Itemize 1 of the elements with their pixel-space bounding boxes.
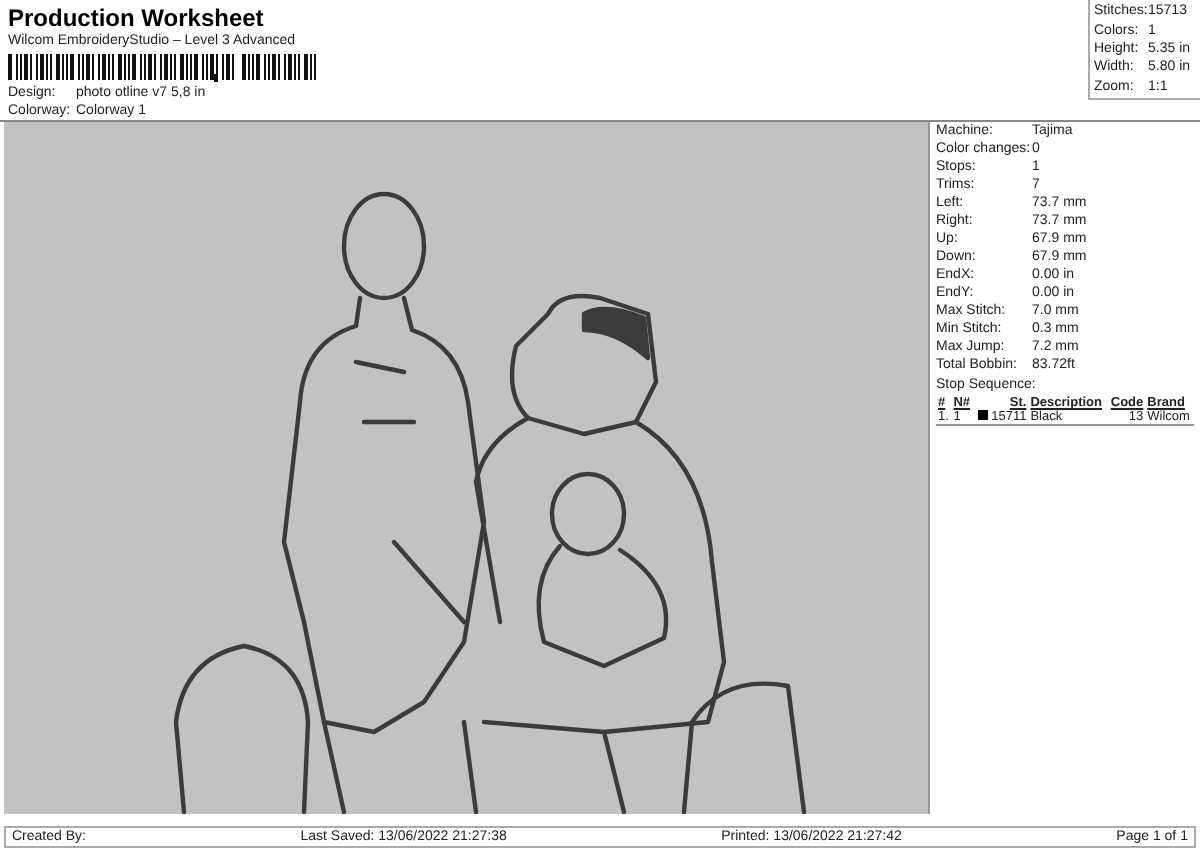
- worksheet-title: Production Worksheet: [8, 4, 266, 32]
